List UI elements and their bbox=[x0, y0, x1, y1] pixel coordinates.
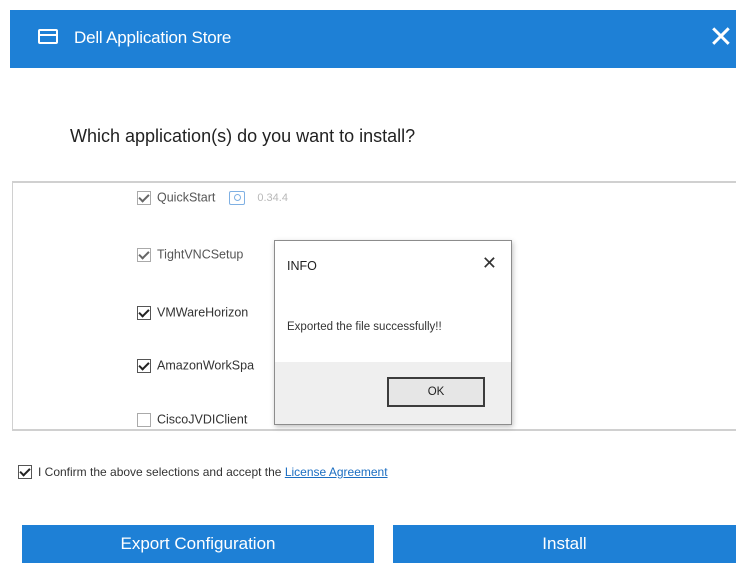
checkbox[interactable] bbox=[137, 358, 151, 373]
license-agreement-link[interactable]: License Agreement bbox=[285, 465, 388, 479]
list-item-quickstart[interactable]: QuickStart 0.34.4 bbox=[137, 190, 288, 210]
app-label: VMWareHorizon bbox=[157, 305, 249, 320]
app-version: 0.34.4 bbox=[257, 191, 288, 204]
checkbox[interactable] bbox=[137, 190, 151, 205]
checkbox[interactable] bbox=[137, 412, 151, 427]
window-icon bbox=[38, 29, 58, 44]
list-item-ciscojvdiclient[interactable]: CiscoJVDIClient bbox=[137, 412, 248, 429]
dialog-close-icon[interactable]: ✕ bbox=[482, 253, 497, 274]
list-item-vmwarehorizon[interactable]: VMWareHorizon bbox=[137, 305, 248, 325]
list-item-tightvncsetup[interactable]: TightVNCSetup bbox=[137, 247, 243, 267]
window-title: Dell Application Store bbox=[74, 28, 232, 47]
export-configuration-button[interactable]: Export Configuration bbox=[22, 525, 374, 563]
ok-button[interactable]: OK bbox=[387, 377, 485, 407]
checkbox[interactable] bbox=[137, 247, 151, 262]
dialog-message: Exported the file successfully!! bbox=[287, 321, 442, 333]
info-dialog: INFO ✕ Exported the file successfully!! … bbox=[274, 240, 512, 425]
app-label: AmazonWorkSpa bbox=[157, 358, 255, 373]
app-label: QuickStart bbox=[157, 190, 216, 205]
app-label: CiscoJVDIClient bbox=[157, 412, 248, 427]
title-bar: Dell Application Store ✕ bbox=[10, 10, 736, 68]
confirm-checkbox[interactable] bbox=[18, 464, 32, 479]
dialog-footer: OK bbox=[275, 362, 511, 424]
checkbox[interactable] bbox=[137, 305, 151, 320]
close-icon[interactable]: ✕ bbox=[706, 20, 736, 56]
info-icon[interactable] bbox=[229, 190, 246, 205]
page-question: Which application(s) do you want to inst… bbox=[70, 126, 416, 146]
confirm-text: I Confirm the above selections and accep… bbox=[38, 464, 285, 479]
app-label: TightVNCSetup bbox=[157, 247, 244, 262]
dialog-title: INFO bbox=[287, 259, 317, 273]
install-button[interactable]: Install bbox=[393, 525, 736, 563]
confirm-row: I Confirm the above selections and accep… bbox=[18, 464, 388, 479]
list-item-amazonworkspaces[interactable]: AmazonWorkSpa bbox=[137, 358, 254, 378]
